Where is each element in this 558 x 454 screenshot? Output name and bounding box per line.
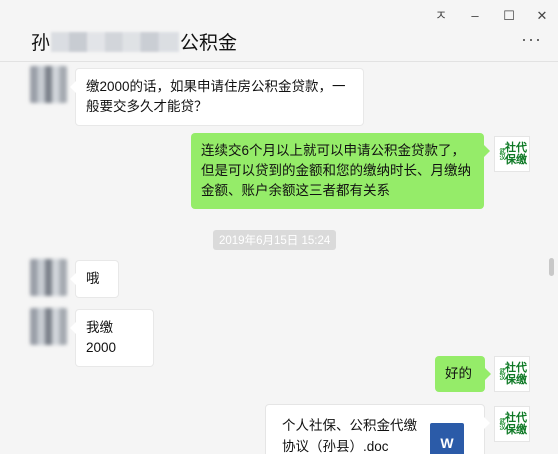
message-text: 哦 xyxy=(86,271,100,286)
message-bubble-received[interactable]: 我缴2000 xyxy=(70,309,154,367)
message-text: 我缴2000 xyxy=(86,320,117,355)
word-document-icon: W xyxy=(430,423,464,454)
close-button[interactable]: ✕ xyxy=(533,8,551,24)
pin-icon[interactable]: ㅈ xyxy=(432,8,450,24)
minimize-button[interactable]: – xyxy=(466,8,484,24)
scrollbar-thumb[interactable] xyxy=(549,258,554,276)
message-bubble-sent[interactable]: 好的 xyxy=(435,356,491,392)
avatar[interactable]: 武汉 社代 保缴 xyxy=(494,356,530,392)
chat-title: 孙 公积金 xyxy=(31,28,237,55)
title-bar: ㅈ – ☐ ✕ 孙 公积金 ··· xyxy=(0,0,558,62)
avatar[interactable] xyxy=(30,308,67,345)
redacted-name xyxy=(51,31,180,52)
logo-small-text: 武汉 xyxy=(498,368,504,380)
file-message-card[interactable]: 个人社保、公积金代缴协议（孙县）.doc W xyxy=(265,404,490,454)
avatar[interactable] xyxy=(30,66,67,103)
file-name: 个人社保、公积金代缴协议（孙县）.doc xyxy=(282,418,417,454)
message-text: 好的 xyxy=(445,366,472,381)
logo-small-text: 武汉 xyxy=(498,418,504,430)
logo-big-text: 社代 保缴 xyxy=(505,362,527,386)
chat-title-prefix: 孙 xyxy=(31,33,51,54)
logo-small-text: 武汉 xyxy=(498,148,504,160)
avatar[interactable] xyxy=(30,259,67,296)
chat-title-suffix: 公积金 xyxy=(180,33,238,54)
avatar[interactable]: 武汉 社代 保缴 xyxy=(494,406,530,442)
logo-big-text: 社代 保缴 xyxy=(505,142,527,166)
message-text: 缴2000的话，如果申请住房公积金贷款，一般要交多久才能贷？ xyxy=(86,79,346,114)
chat-area[interactable]: 缴2000的话，如果申请住房公积金贷款，一般要交多久才能贷？ 连续交6个月以上就… xyxy=(0,63,558,454)
maximize-button[interactable]: ☐ xyxy=(500,8,518,24)
message-bubble-sent[interactable]: 连续交6个月以上就可以申请公积金贷款了，但是可以贷到的金额和您的缴纳时长、月缴纳… xyxy=(191,133,490,209)
logo-big-text: 社代 保缴 xyxy=(505,412,527,436)
more-options-icon[interactable]: ··· xyxy=(521,30,542,48)
message-bubble-received[interactable]: 缴2000的话，如果申请住房公积金贷款，一般要交多久才能贷？ xyxy=(70,68,364,126)
message-text: 连续交6个月以上就可以申请公积金贷款了，但是可以贷到的金额和您的缴纳时长、月缴纳… xyxy=(201,143,471,198)
timestamp: 2019年6月15日 15:24 xyxy=(213,230,337,250)
avatar[interactable]: 武汉 社代 保缴 xyxy=(494,136,530,172)
message-bubble-received[interactable]: 哦 xyxy=(70,260,119,298)
